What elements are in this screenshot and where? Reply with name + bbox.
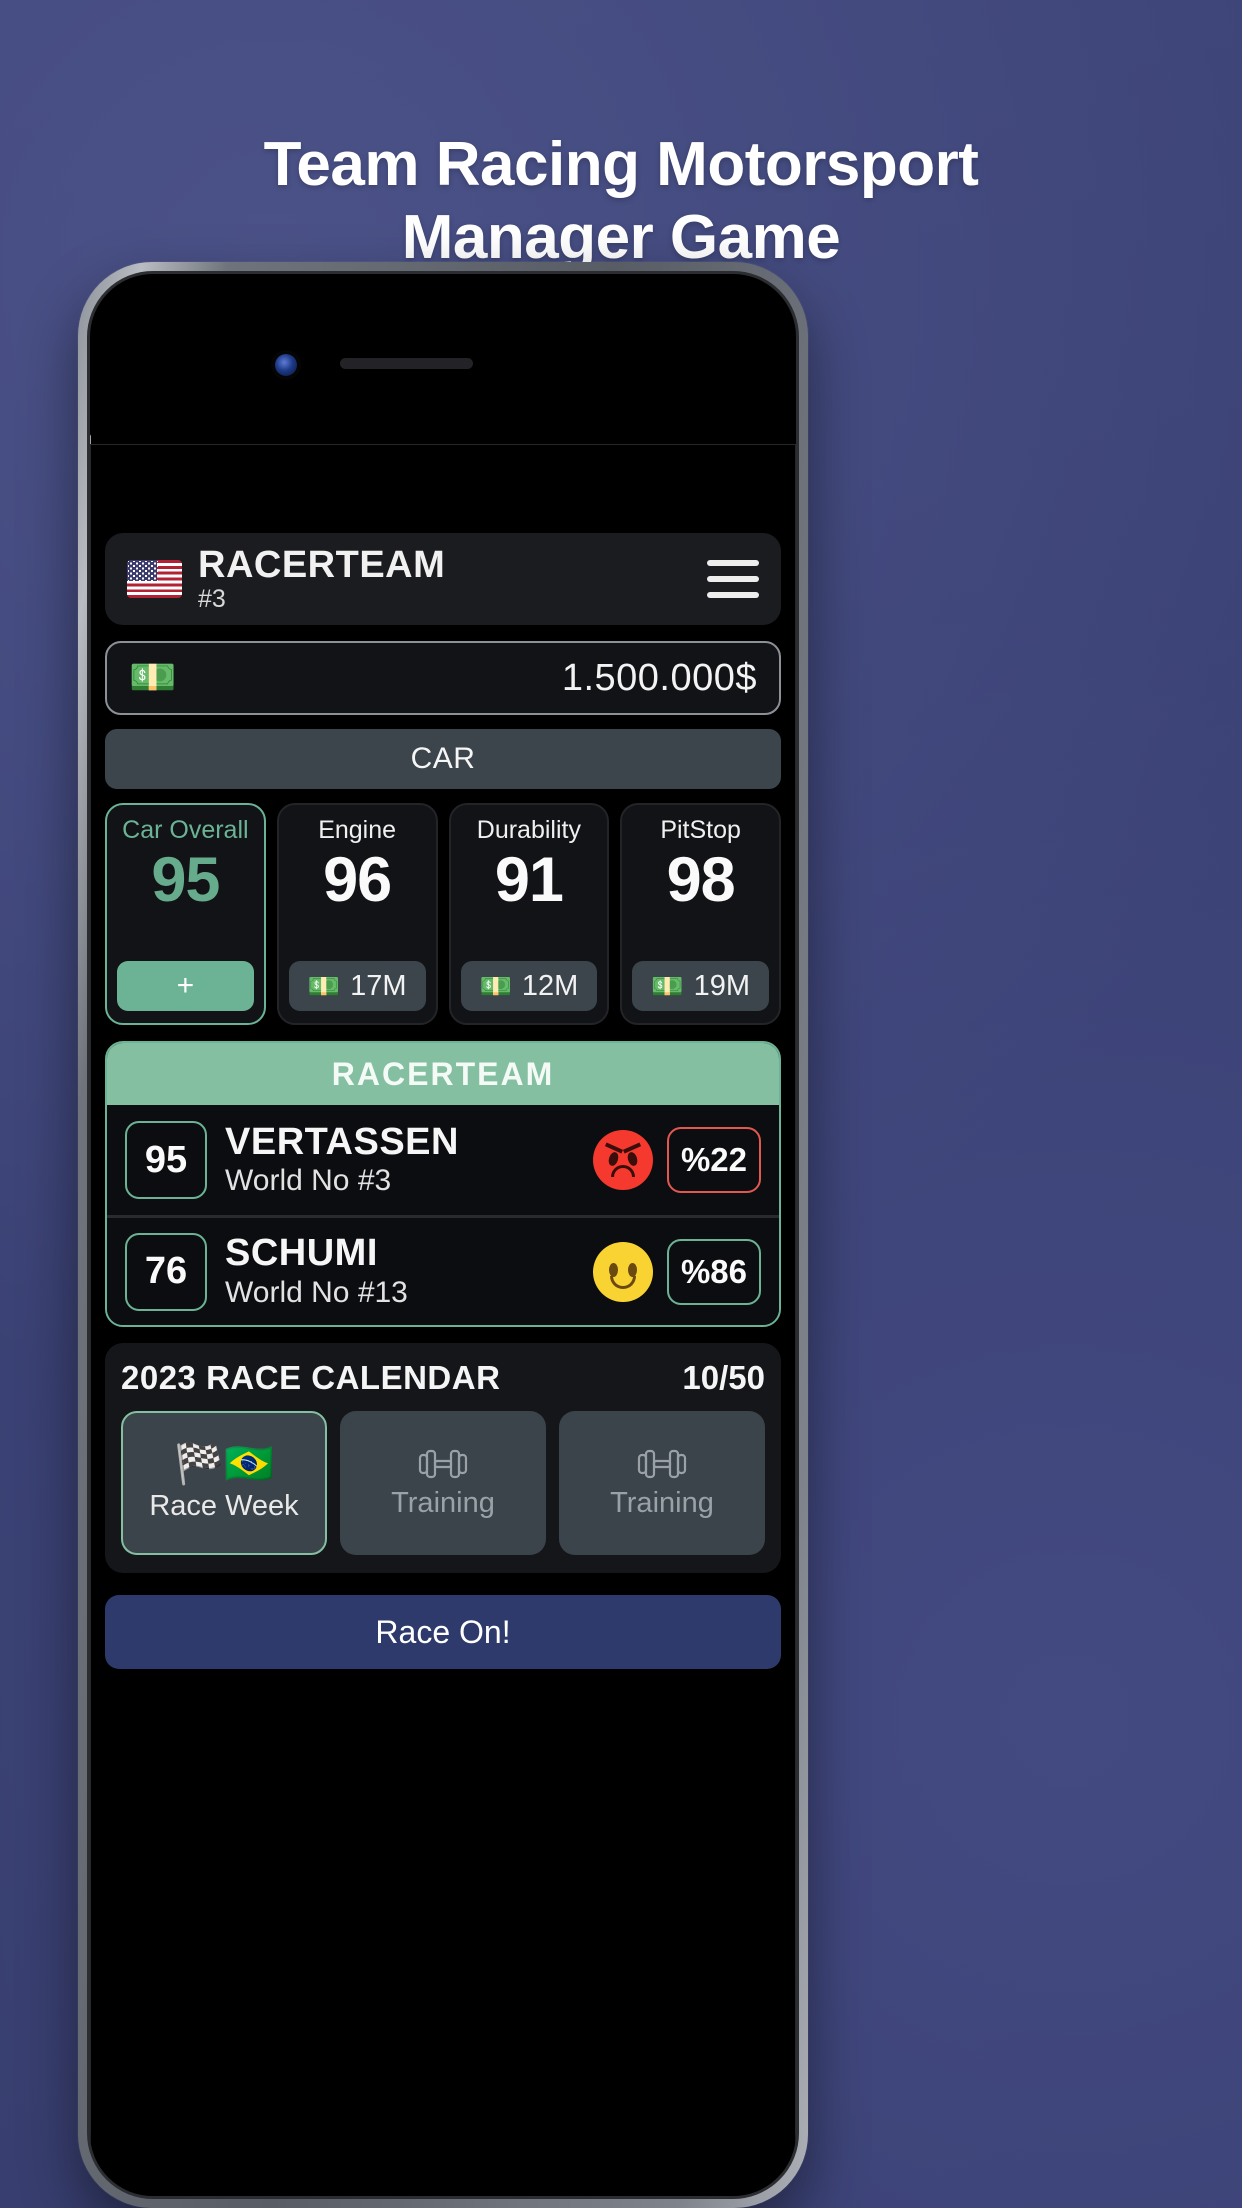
calendar-tile-label: Training xyxy=(391,1486,495,1519)
hamburger-menu-icon[interactable] xyxy=(707,560,759,598)
driver-meta: VERTASSEN World No #3 xyxy=(225,1120,593,1198)
stat-card-pitstop[interactable]: PitStop 98 💵 19M xyxy=(620,803,781,1025)
money-bar: 💵 1.500.000$ xyxy=(105,641,781,715)
stat-card-engine[interactable]: Engine 96 💵 17M xyxy=(276,803,438,1025)
money-banknote-icon: 💵 xyxy=(129,657,177,699)
stat-card-car-overall[interactable]: Car Overall 95 + xyxy=(105,803,266,1025)
driver-name: VERTASSEN xyxy=(225,1120,459,1163)
stat-value: 96 xyxy=(323,844,392,915)
calendar-tile-training-2[interactable]: Training xyxy=(559,1411,765,1555)
driver-overall-rating: 76 xyxy=(125,1232,207,1311)
dumbbell-icon xyxy=(636,1447,688,1481)
stat-label: Durability xyxy=(476,816,581,844)
drivers-panel: RACERTEAM 95 VERTASSEN World No #3 %22 7… xyxy=(105,1041,781,1327)
earpiece-speaker xyxy=(340,358,473,369)
phone-mockup: RACERTEAM #3 💵 1.500.000$ CAR Car Overal… xyxy=(78,262,808,2208)
driver-name: SCHUMI xyxy=(225,1232,378,1275)
driver-mood-happy-icon xyxy=(593,1241,653,1302)
stat-value: 98 xyxy=(666,844,736,915)
driver-mood-angry-icon xyxy=(593,1130,653,1190)
car-stat-cards: Car Overall 95 + Engine 96 💵 17M Durabil… xyxy=(105,803,781,1025)
dumbbell-icon xyxy=(417,1447,469,1481)
stat-label: Engine xyxy=(318,816,397,844)
race-calendar-header: 2023 RACE CALENDAR 10/50 xyxy=(121,1359,765,1397)
stat-foot-label: 17M xyxy=(350,969,407,1002)
team-header[interactable]: RACERTEAM #3 xyxy=(105,533,781,625)
money-banknote-icon: 💵 xyxy=(651,970,684,1001)
team-name: RACERTEAM xyxy=(198,544,446,586)
money-banknote-icon: 💵 xyxy=(307,970,341,1001)
driver-row[interactable]: 95 VERTASSEN World No #3 %22 xyxy=(107,1105,779,1215)
calendar-tile-label: Training xyxy=(610,1486,714,1519)
promo-headline-line1: Team Racing Motorsport xyxy=(263,130,979,199)
driver-morale-percent: %86 xyxy=(667,1238,761,1305)
stat-label: Car Overall xyxy=(122,816,249,844)
stat-foot-label: + xyxy=(176,969,195,1002)
team-header-text: RACERTEAM #3 xyxy=(198,546,707,612)
money-value: 1.500.000$ xyxy=(561,656,757,699)
phone-screen-bezel: RACERTEAM #3 💵 1.500.000$ CAR Car Overal… xyxy=(87,271,799,2199)
race-on-button-label: Race On! xyxy=(375,1613,511,1650)
driver-meta: SCHUMI World No #13 xyxy=(225,1232,593,1309)
calendar-tile-race-week[interactable]: 🏁🇧🇷 Race Week xyxy=(121,1411,327,1555)
tab-car-label: CAR xyxy=(410,742,476,775)
app-screen: RACERTEAM #3 💵 1.500.000$ CAR Car Overal… xyxy=(90,444,796,2196)
driver-row[interactable]: 76 SCHUMI World No #13 %86 xyxy=(107,1215,779,1325)
race-on-button[interactable]: Race On! xyxy=(105,1595,781,1669)
durability-upgrade-price-button[interactable]: 💵 12M xyxy=(460,961,598,1011)
race-calendar-panel: 2023 RACE CALENDAR 10/50 🏁🇧🇷 Race Week T… xyxy=(105,1343,781,1573)
drivers-team-banner-label: RACERTEAM xyxy=(331,1055,555,1092)
front-camera-icon xyxy=(275,354,297,376)
driver-morale-percent: %22 xyxy=(667,1127,761,1193)
promo-headline: Team Racing Motorsport Manager Game xyxy=(0,128,1242,274)
stat-foot-label: 12M xyxy=(521,969,579,1002)
stat-value: 91 xyxy=(494,844,564,915)
calendar-tile-training-1[interactable]: Training xyxy=(340,1411,546,1555)
tab-car[interactable]: CAR xyxy=(105,729,781,789)
driver-world-rank: World No #3 xyxy=(225,1164,392,1198)
calendar-tile-label: Race Week xyxy=(149,1489,299,1522)
stat-foot-label: 19M xyxy=(693,969,751,1002)
driver-overall-rating: 95 xyxy=(125,1121,207,1199)
engine-upgrade-price-button[interactable]: 💵 17M xyxy=(288,961,426,1011)
pitstop-upgrade-price-button[interactable]: 💵 19M xyxy=(632,961,769,1011)
race-calendar-progress: 10/50 xyxy=(682,1359,765,1396)
stat-value: 95 xyxy=(151,844,220,915)
team-rank: #3 xyxy=(198,585,226,613)
money-banknote-icon: 💵 xyxy=(479,970,512,1001)
us-flag-icon xyxy=(127,560,182,598)
race-calendar-tiles: 🏁🇧🇷 Race Week Training Training xyxy=(121,1411,765,1555)
race-calendar-title: 2023 RACE CALENDAR xyxy=(121,1359,501,1396)
checkered-flag-icon: 🏁🇧🇷 xyxy=(174,1441,274,1486)
stat-label: PitStop xyxy=(660,816,741,844)
car-overall-upgrade-button[interactable]: + xyxy=(117,961,254,1011)
driver-world-rank: World No #13 xyxy=(225,1275,408,1309)
drivers-team-banner: RACERTEAM xyxy=(107,1043,779,1105)
stat-card-durability[interactable]: Durability 91 💵 12M xyxy=(448,803,610,1025)
